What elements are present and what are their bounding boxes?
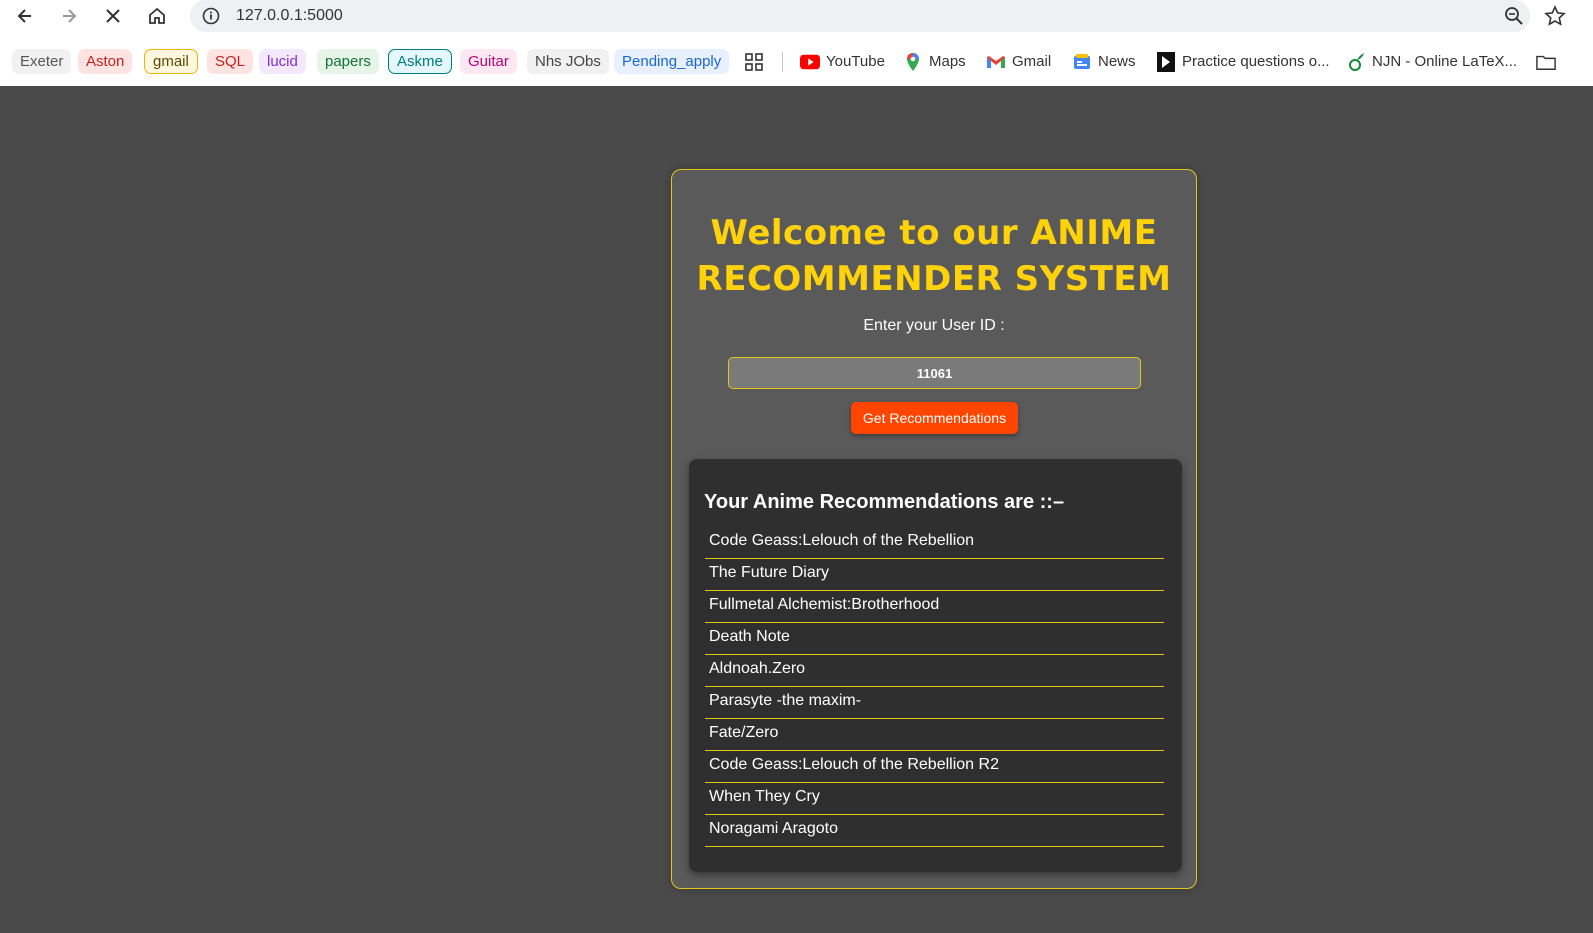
- folder-icon[interactable]: [1536, 49, 1556, 74]
- practice-site-icon: [1156, 51, 1176, 72]
- forward-arrow-icon[interactable]: [58, 5, 80, 27]
- list-item: Noragami Aragoto: [705, 815, 1164, 847]
- maps-pin-icon: [903, 52, 923, 72]
- list-item: When They Cry: [705, 783, 1164, 815]
- overleaf-icon: [1346, 52, 1366, 72]
- recommendation-list: Code Geass:Lelouch of the Rebellion The …: [705, 527, 1164, 847]
- list-item: The Future Diary: [705, 559, 1164, 591]
- bookmark-askme[interactable]: Askme: [388, 49, 452, 74]
- home-icon[interactable]: [146, 5, 168, 27]
- list-item: Code Geass:Lelouch of the Rebellion: [705, 527, 1164, 559]
- bookmark-nhs-jobs[interactable]: Nhs JObs: [527, 49, 609, 74]
- bookmark-sql[interactable]: SQL: [207, 49, 254, 74]
- news-icon: [1072, 52, 1092, 72]
- bookmark-youtube[interactable]: YouTube: [800, 49, 885, 74]
- browser-toolbar: 127.0.0.1:5000: [0, 0, 1593, 34]
- close-icon[interactable]: [102, 5, 124, 27]
- results-panel: Your Anime Recommendations are ::– Code …: [689, 459, 1182, 872]
- user-id-label: Enter your User ID :: [863, 317, 1005, 334]
- page-title: Welcome to our ANIME RECOMMENDER SYSTEM: [696, 213, 1172, 299]
- gmail-icon: [986, 52, 1006, 72]
- bookmark-news[interactable]: News: [1072, 49, 1136, 74]
- bookmark-pending-apply[interactable]: Pending_apply: [614, 49, 730, 74]
- bookmark-label: YouTube: [826, 53, 885, 70]
- bookmark-maps[interactable]: Maps: [903, 49, 966, 74]
- bookmark-aston[interactable]: Aston: [78, 49, 133, 74]
- address-bar[interactable]: 127.0.0.1:5000: [190, 0, 1530, 32]
- list-item: Code Geass:Lelouch of the Rebellion R2: [705, 751, 1164, 783]
- bookmark-gmail[interactable]: gmail: [144, 49, 198, 74]
- apps-grid-icon[interactable]: [744, 49, 764, 74]
- recommender-card: Welcome to our ANIME RECOMMENDER SYSTEM …: [671, 169, 1197, 889]
- url-text[interactable]: 127.0.0.1:5000: [236, 7, 343, 25]
- bookmark-papers[interactable]: papers: [317, 49, 379, 74]
- bookmark-exeter[interactable]: Exeter: [12, 49, 72, 74]
- list-item: Death Note: [705, 623, 1164, 655]
- list-item: Fullmetal Alchemist:Brotherhood: [705, 591, 1164, 623]
- bookmark-label: News: [1098, 53, 1136, 70]
- list-item: Fate/Zero: [705, 719, 1164, 751]
- info-icon[interactable]: [202, 7, 220, 25]
- bookmark-label: Practice questions o...: [1182, 53, 1330, 70]
- bookmarks-separator: [782, 52, 783, 72]
- results-heading: Your Anime Recommendations are ::–: [704, 491, 1065, 513]
- bookmark-guitar[interactable]: Guitar: [460, 49, 517, 74]
- youtube-icon: [800, 52, 820, 72]
- bookmark-practice-questions[interactable]: Practice questions o...: [1156, 49, 1330, 74]
- bookmark-njn-latex[interactable]: NJN - Online LaTeX...: [1346, 49, 1517, 74]
- bookmarks-bar: Exeter Aston gmail SQL lucid papers Askm…: [0, 34, 1593, 86]
- back-arrow-icon[interactable]: [14, 5, 36, 27]
- get-recommendations-button[interactable]: Get Recommendations: [851, 402, 1018, 434]
- bookmark-label: Gmail: [1012, 53, 1052, 70]
- bookmark-lucid[interactable]: lucid: [259, 49, 306, 74]
- user-id-input[interactable]: [728, 357, 1141, 389]
- list-item: Parasyte -the maxim-: [705, 687, 1164, 719]
- zoom-icon[interactable]: [1504, 6, 1524, 26]
- list-item: Aldnoah.Zero: [705, 655, 1164, 687]
- bookmark-gmail-link[interactable]: Gmail: [986, 49, 1051, 74]
- star-icon[interactable]: [1544, 5, 1566, 27]
- bookmark-label: Maps: [929, 53, 966, 70]
- bookmark-label: NJN - Online LaTeX...: [1372, 53, 1518, 70]
